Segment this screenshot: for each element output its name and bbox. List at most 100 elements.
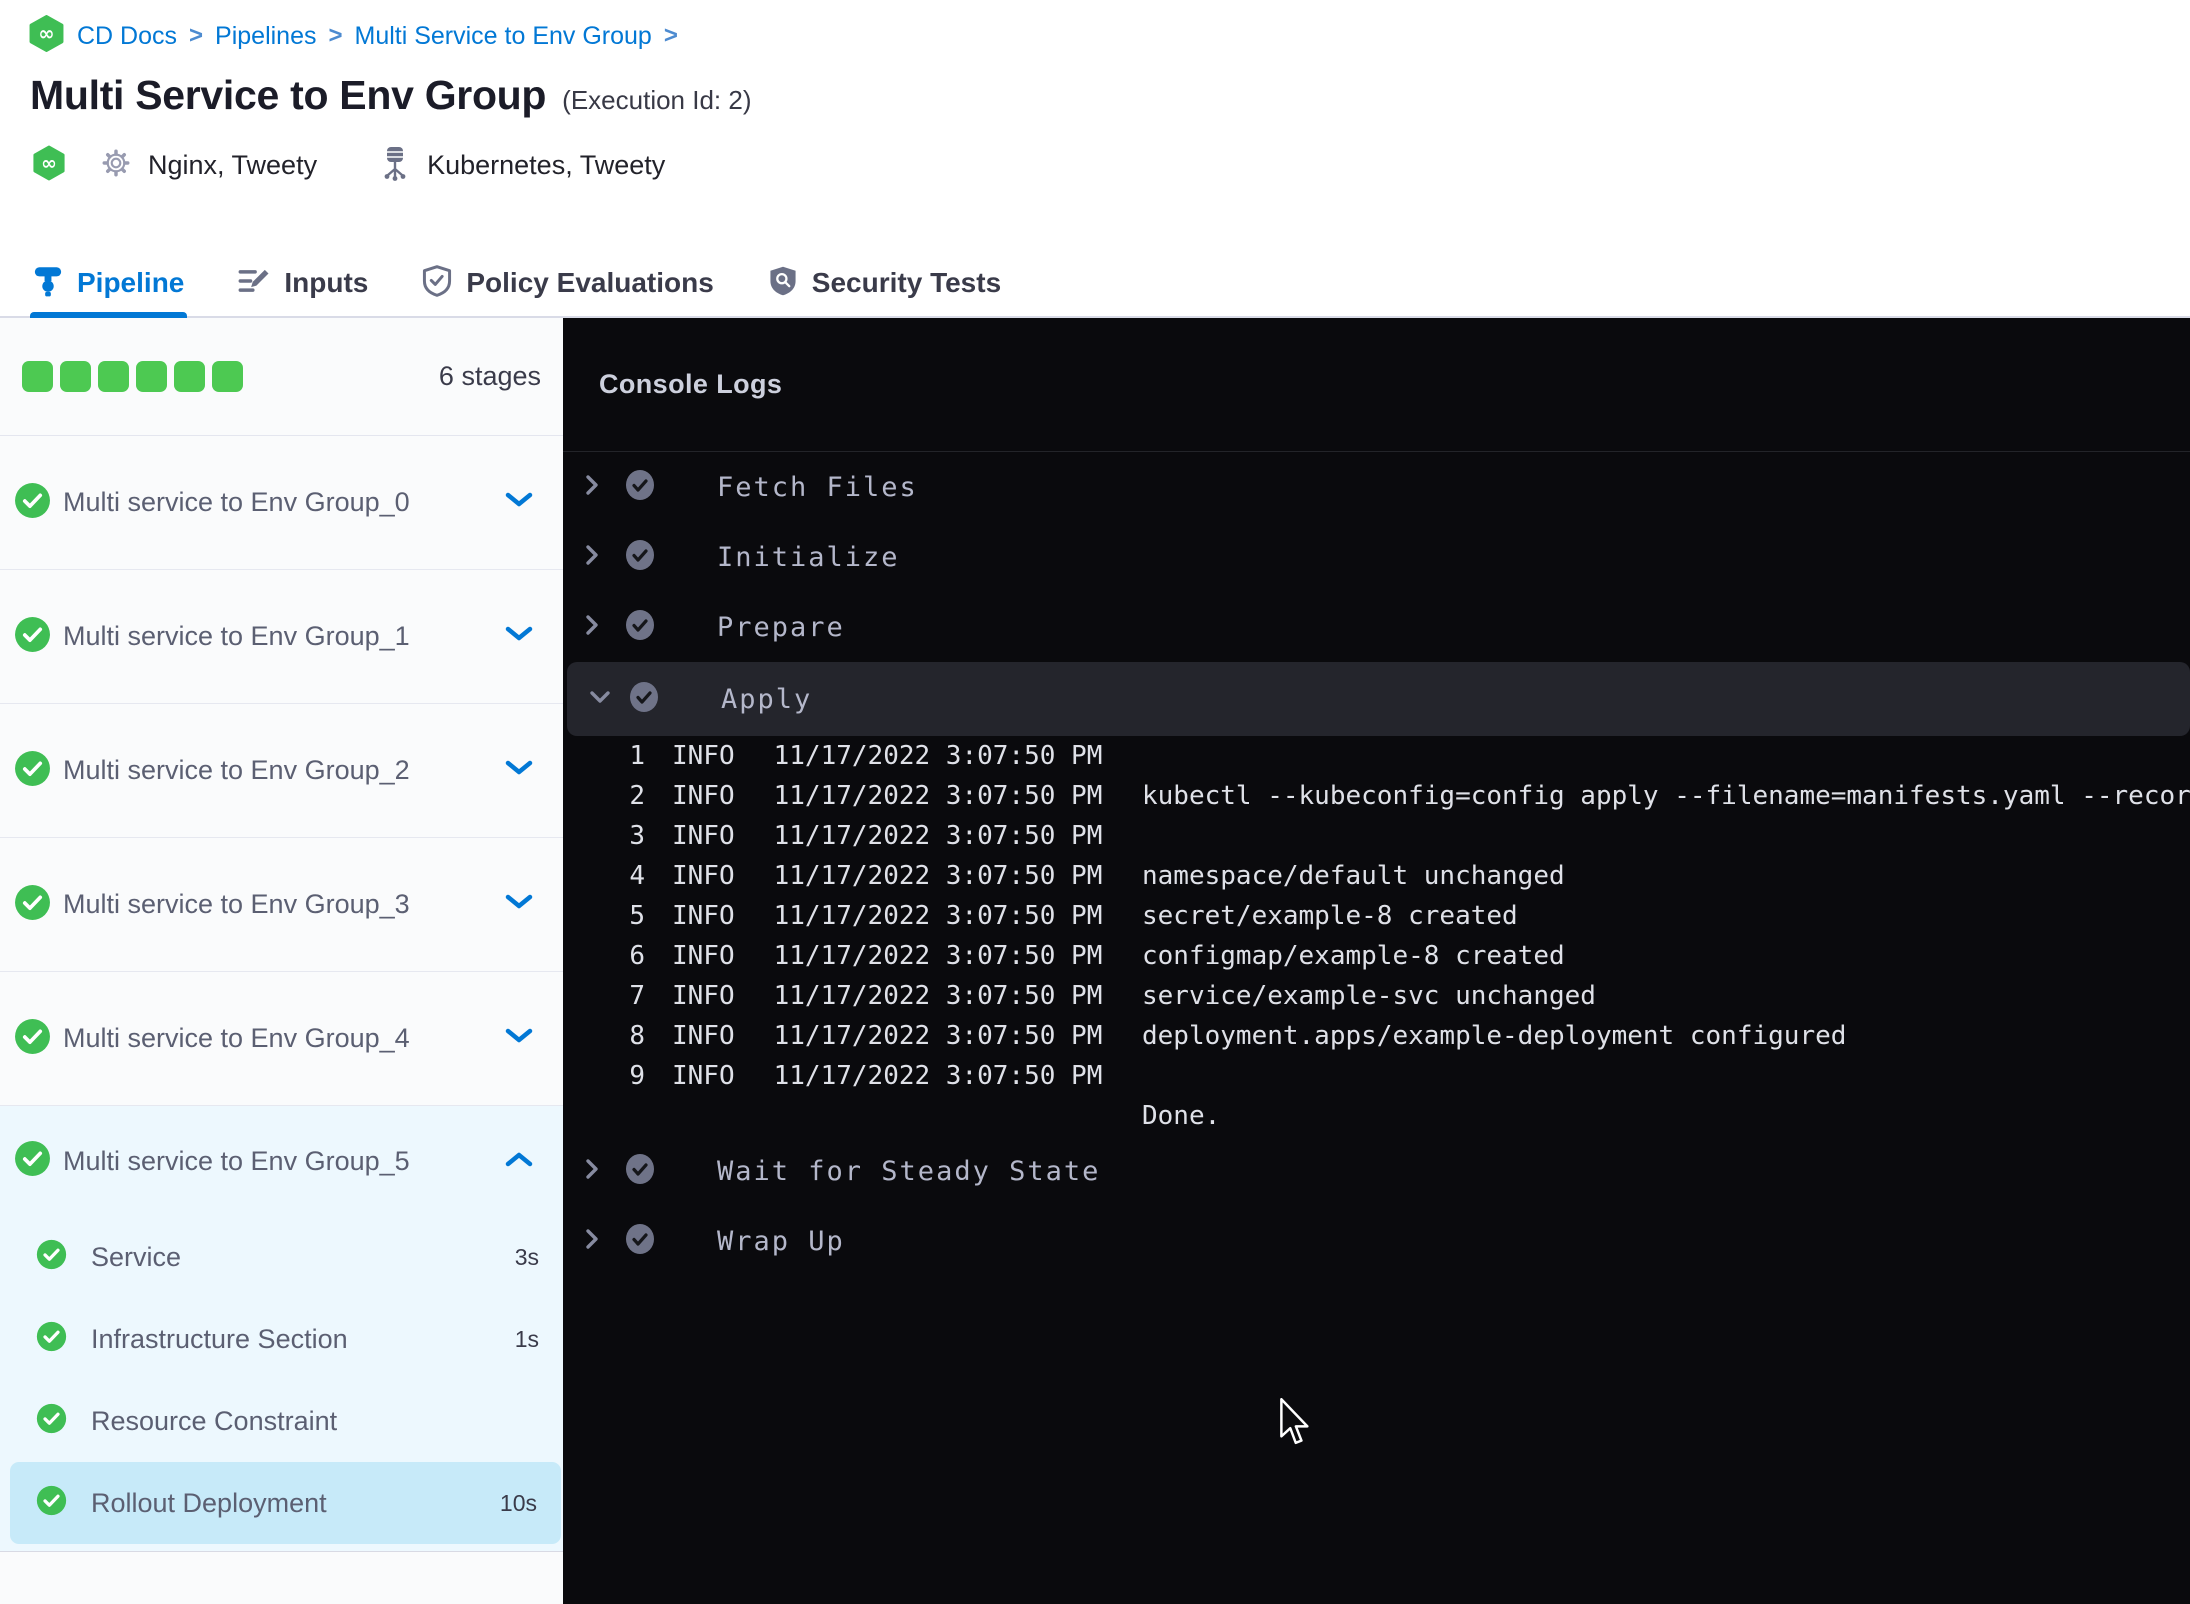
stage-progress-square [174, 361, 205, 392]
success-check-icon [36, 1239, 67, 1275]
chevron-right-icon[interactable] [585, 1228, 599, 1255]
chevron-right-icon[interactable] [585, 1158, 599, 1185]
tab-security-tests-label: Security Tests [811, 267, 1002, 298]
log-line: 4 INFO 11/17/2022 3:07:50 PM namespace/defa… [629, 861, 1565, 891]
console-step-label: Apply [721, 683, 813, 715]
mouse-cursor [1277, 1398, 1313, 1455]
shield-search-icon [768, 265, 798, 302]
tab-bar: Pipeline Inputs Policy Evaluations Secur… [0, 250, 2190, 318]
stage-label: Multi service to Env Group_5 [63, 1145, 410, 1176]
tab-pipeline[interactable]: Pipeline [30, 250, 188, 318]
log-line: 7 INFO 11/17/2022 3:07:50 PM service/exampl… [629, 981, 1596, 1011]
stage-progress-squares [22, 361, 243, 392]
chevron-down-icon[interactable] [589, 690, 611, 709]
console-step-wait-for-steady-state[interactable]: Wait for Steady State [563, 1136, 2190, 1206]
tab-policy-evaluations-label: Policy Evaluations [466, 267, 714, 298]
step-success-icon [629, 681, 659, 718]
chevron-down-icon[interactable] [505, 893, 533, 916]
success-check-icon [14, 1018, 51, 1060]
tab-security-tests[interactable]: Security Tests [765, 250, 1004, 316]
tab-policy-evaluations[interactable]: Policy Evaluations [419, 250, 716, 316]
stage-progress-square [136, 361, 167, 392]
step-success-icon [625, 1223, 655, 1260]
success-check-icon [14, 750, 51, 792]
console-step-prepare[interactable]: Prepare [563, 592, 2190, 662]
step-success-icon [625, 609, 655, 646]
chevron-down-icon[interactable] [505, 1027, 533, 1050]
log-line-done: Done. [1142, 1101, 1221, 1131]
log-line: 9 INFO 11/17/2022 3:07:50 PM [629, 1061, 1103, 1091]
log-line: 2 INFO 11/17/2022 3:07:50 PM kubectl --kube… [629, 781, 2190, 811]
success-check-icon [14, 884, 51, 926]
console-logs-title: Console Logs [599, 369, 783, 399]
services-label: Nginx, Tweety [148, 149, 318, 180]
success-check-icon [14, 1140, 51, 1182]
chevron-right-icon[interactable] [585, 474, 599, 501]
step-row-resource-constraint[interactable]: Resource Constraint [0, 1380, 563, 1462]
chevron-down-icon[interactable] [505, 759, 533, 782]
chevron-right-icon[interactable] [585, 544, 599, 571]
step-success-icon [625, 539, 655, 576]
step-row-infrastructure[interactable]: Infrastructure Section 1s [0, 1298, 563, 1380]
stage-row[interactable]: Multi service to Env Group_3 [0, 838, 563, 972]
step-row-rollout-deployment[interactable]: Rollout Deployment 10s [10, 1462, 561, 1544]
console-step-wrap-up[interactable]: Wrap Up [563, 1206, 2190, 1276]
step-label: Infrastructure Section [91, 1323, 348, 1354]
console-step-apply[interactable]: Apply [567, 662, 2190, 736]
success-check-icon [14, 482, 51, 524]
environments-label: Kubernetes, Tweety [427, 149, 666, 180]
stage-row[interactable]: Multi service to Env Group_2 [0, 704, 563, 838]
svg-text:∞: ∞ [41, 152, 57, 174]
stage-label: Multi service to Env Group_2 [63, 755, 410, 785]
step-duration: 1s [514, 1325, 539, 1352]
tab-inputs[interactable]: Inputs [235, 250, 371, 316]
page-title: Multi Service to Env Group [30, 72, 547, 118]
stage-progress-square [22, 361, 53, 392]
stage-label: Multi service to Env Group_0 [63, 487, 410, 517]
step-label: Resource Constraint [91, 1405, 338, 1436]
environments-rack-icon [379, 145, 411, 186]
step-duration: 3s [514, 1243, 539, 1270]
step-success-icon [625, 469, 655, 506]
log-line: 8 INFO 11/17/2022 3:07:50 PM deployment.app… [629, 1021, 1847, 1051]
stage-progress-square [212, 361, 243, 392]
stage-row[interactable]: Multi service to Env Group_4 [0, 972, 563, 1106]
log-line: 5 INFO 11/17/2022 3:07:50 PM secret/example… [629, 901, 1518, 931]
shield-check-icon [422, 264, 452, 302]
step-label: Service [91, 1241, 182, 1272]
console-step-label: Wait for Steady State [717, 1155, 1101, 1187]
chevron-up-icon[interactable] [505, 1150, 533, 1173]
cd-module-icon: ∞ [32, 144, 66, 187]
chevron-down-icon[interactable] [505, 491, 533, 514]
title-row: Multi Service to Env Group (Execution Id… [0, 72, 2190, 119]
stage-label: Multi service to Env Group_1 [63, 621, 410, 651]
stage-row[interactable]: Multi service to Env Group_0 [0, 436, 563, 570]
stage-row[interactable]: Multi service to Env Group_1 [0, 570, 563, 704]
console-step-initialize[interactable]: Initialize [563, 522, 2190, 592]
log-lines: 1 INFO 11/17/2022 3:07:50 PM 2 INFO 11/17/20… [563, 736, 2190, 1136]
cd-module-icon: ∞ [28, 15, 65, 57]
console-step-fetch-files[interactable]: Fetch Files [563, 452, 2190, 522]
breadcrumb-link-pipeline-name[interactable]: Multi Service to Env Group [355, 22, 652, 51]
breadcrumb-link-cd-docs[interactable]: CD Docs [77, 22, 177, 51]
success-check-icon [36, 1403, 67, 1439]
page-header: ∞ CD Docs > Pipelines > Multi Service to… [0, 0, 2190, 318]
breadcrumb-link-pipelines[interactable]: Pipelines [215, 22, 316, 51]
breadcrumb-separator: > [663, 22, 678, 49]
stage-row-expanded[interactable]: Multi service to Env Group_5 [0, 1106, 563, 1216]
expanded-stage-section: Multi service to Env Group_5 Service 3s … [0, 1106, 563, 1552]
step-label: Rollout Deployment [91, 1487, 327, 1518]
execution-id-label: (Execution Id: 2) [562, 85, 752, 115]
stage-label: Multi service to Env Group_3 [63, 889, 410, 919]
log-line: 6 INFO 11/17/2022 3:07:50 PM configmap/exam… [629, 941, 1565, 971]
chevron-down-icon[interactable] [505, 625, 533, 648]
console-logs-header: Console Logs [563, 318, 2190, 452]
chevron-right-icon[interactable] [585, 614, 599, 641]
stage-count-label: 6 stages [438, 361, 541, 391]
success-check-icon [36, 1485, 67, 1521]
stages-summary: 6 stages [0, 318, 563, 436]
step-row-service[interactable]: Service 3s [0, 1216, 563, 1298]
step-duration: 10s [499, 1489, 537, 1516]
tab-pipeline-label: Pipeline [77, 267, 185, 298]
execution-meta-row: ∞ Nginx, Tweety Kubernetes, Tweety [0, 143, 2190, 187]
